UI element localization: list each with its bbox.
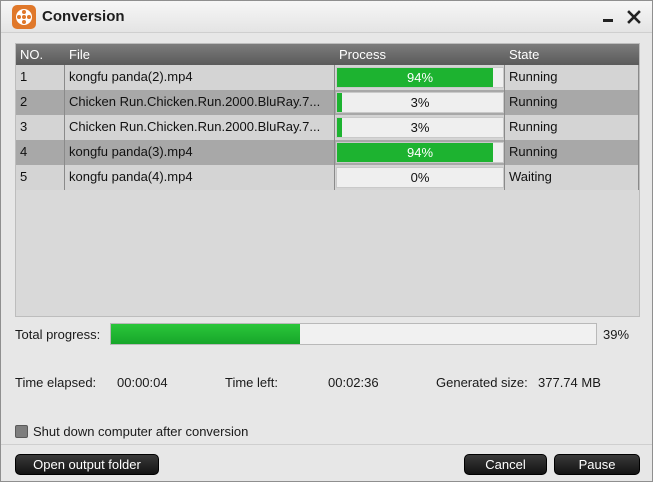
row-file-name: Chicken Run.Chicken.Run.2000.BluRay.7... [69,119,321,134]
row-progress-text: 94% [406,145,434,160]
row-progress-text: 3% [410,120,430,135]
table-row[interactable]: 1 kongfu panda(2).mp4 94% Running [16,65,639,90]
row-state: Waiting [509,169,552,184]
row-progress-text: 3% [410,95,430,110]
row-number: 1 [20,69,28,84]
total-progress-fill [111,324,301,344]
conversion-table: NO. File Process State 1 kongfu panda(2)… [15,43,640,317]
pause-button[interactable]: Pause [554,454,640,475]
row-progress-text: 94% [406,70,434,85]
time-left-value: 00:02:36 [328,375,379,390]
footer-divider [1,444,652,445]
row-file-name: Chicken Run.Chicken.Run.2000.BluRay.7... [69,94,321,109]
row-state: Running [509,144,558,159]
conversion-window: Conversion NO. File Process State 1 kong… [0,0,653,482]
row-progress-bar: 3% [336,117,504,138]
row-progress-bar: 3% [336,92,504,113]
row-number: 3 [20,119,28,134]
total-progress-percent: 39% [603,327,630,342]
close-button[interactable] [625,8,643,26]
column-divider [64,65,65,190]
row-progress-bar: 94% [336,142,504,163]
row-state: Running [509,119,558,134]
table-row[interactable]: 3 Chicken Run.Chicken.Run.2000.BluRay.7.… [16,115,639,140]
table-row[interactable]: 4 kongfu panda(3).mp4 94% Running [16,140,639,165]
table-row[interactable]: 2 Chicken Run.Chicken.Run.2000.BluRay.7.… [16,90,639,115]
row-number: 5 [20,169,28,184]
total-progress-label: Total progress: [15,327,101,342]
header-no: NO. [20,47,44,62]
header-state: State [509,47,540,62]
table-header: NO. File Process State [16,44,639,65]
window-title: Conversion [42,8,125,25]
shutdown-checkbox[interactable] [15,425,28,438]
generated-size-label: Generated size: [436,375,528,390]
total-progress-bar [110,323,597,345]
row-file-name: kongfu panda(2).mp4 [69,69,193,84]
row-file-name: kongfu panda(4).mp4 [69,169,193,184]
time-elapsed-label: Time elapsed: [15,375,97,390]
generated-size-value: 377.74 MB [538,375,601,390]
column-divider [504,65,505,190]
row-number: 2 [20,94,28,109]
shutdown-label: Shut down computer after conversion [33,424,249,439]
header-file: File [69,47,90,62]
column-divider [334,65,335,190]
row-file-name: kongfu panda(3).mp4 [69,144,193,159]
table-row[interactable]: 5 kongfu panda(4).mp4 0% Waiting [16,165,639,190]
row-progress-bar: 94% [336,67,504,88]
cancel-button[interactable]: Cancel [464,454,547,475]
title-bar[interactable]: Conversion [1,1,652,33]
row-state: Running [509,94,558,109]
row-state: Running [509,69,558,84]
minimize-icon [603,19,613,22]
row-progress-bar: 0% [336,167,504,188]
row-number: 4 [20,144,28,159]
time-elapsed-value: 00:00:04 [117,375,168,390]
time-left-label: Time left: [225,375,278,390]
column-divider [638,65,639,190]
close-icon [627,10,641,24]
film-reel-icon [12,5,36,29]
row-progress-text: 0% [410,170,430,185]
minimize-button[interactable] [599,8,617,26]
header-process: Process [339,47,386,62]
open-output-folder-button[interactable]: Open output folder [15,454,159,475]
